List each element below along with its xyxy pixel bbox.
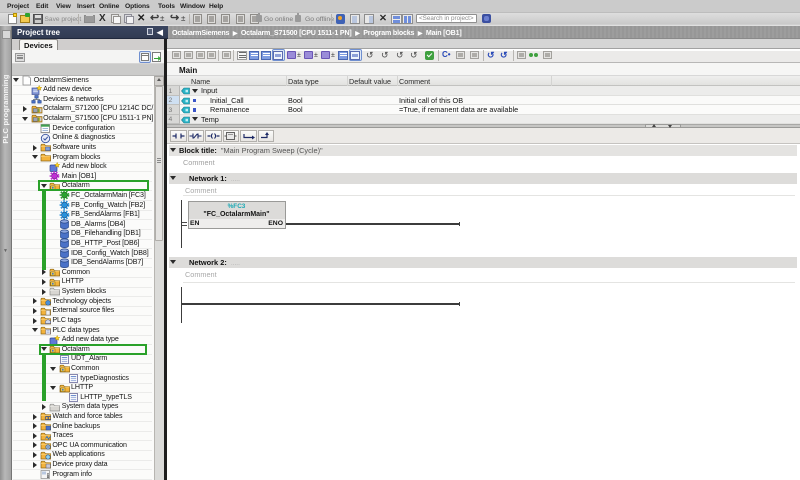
svg-text:i: i [47, 472, 49, 480]
